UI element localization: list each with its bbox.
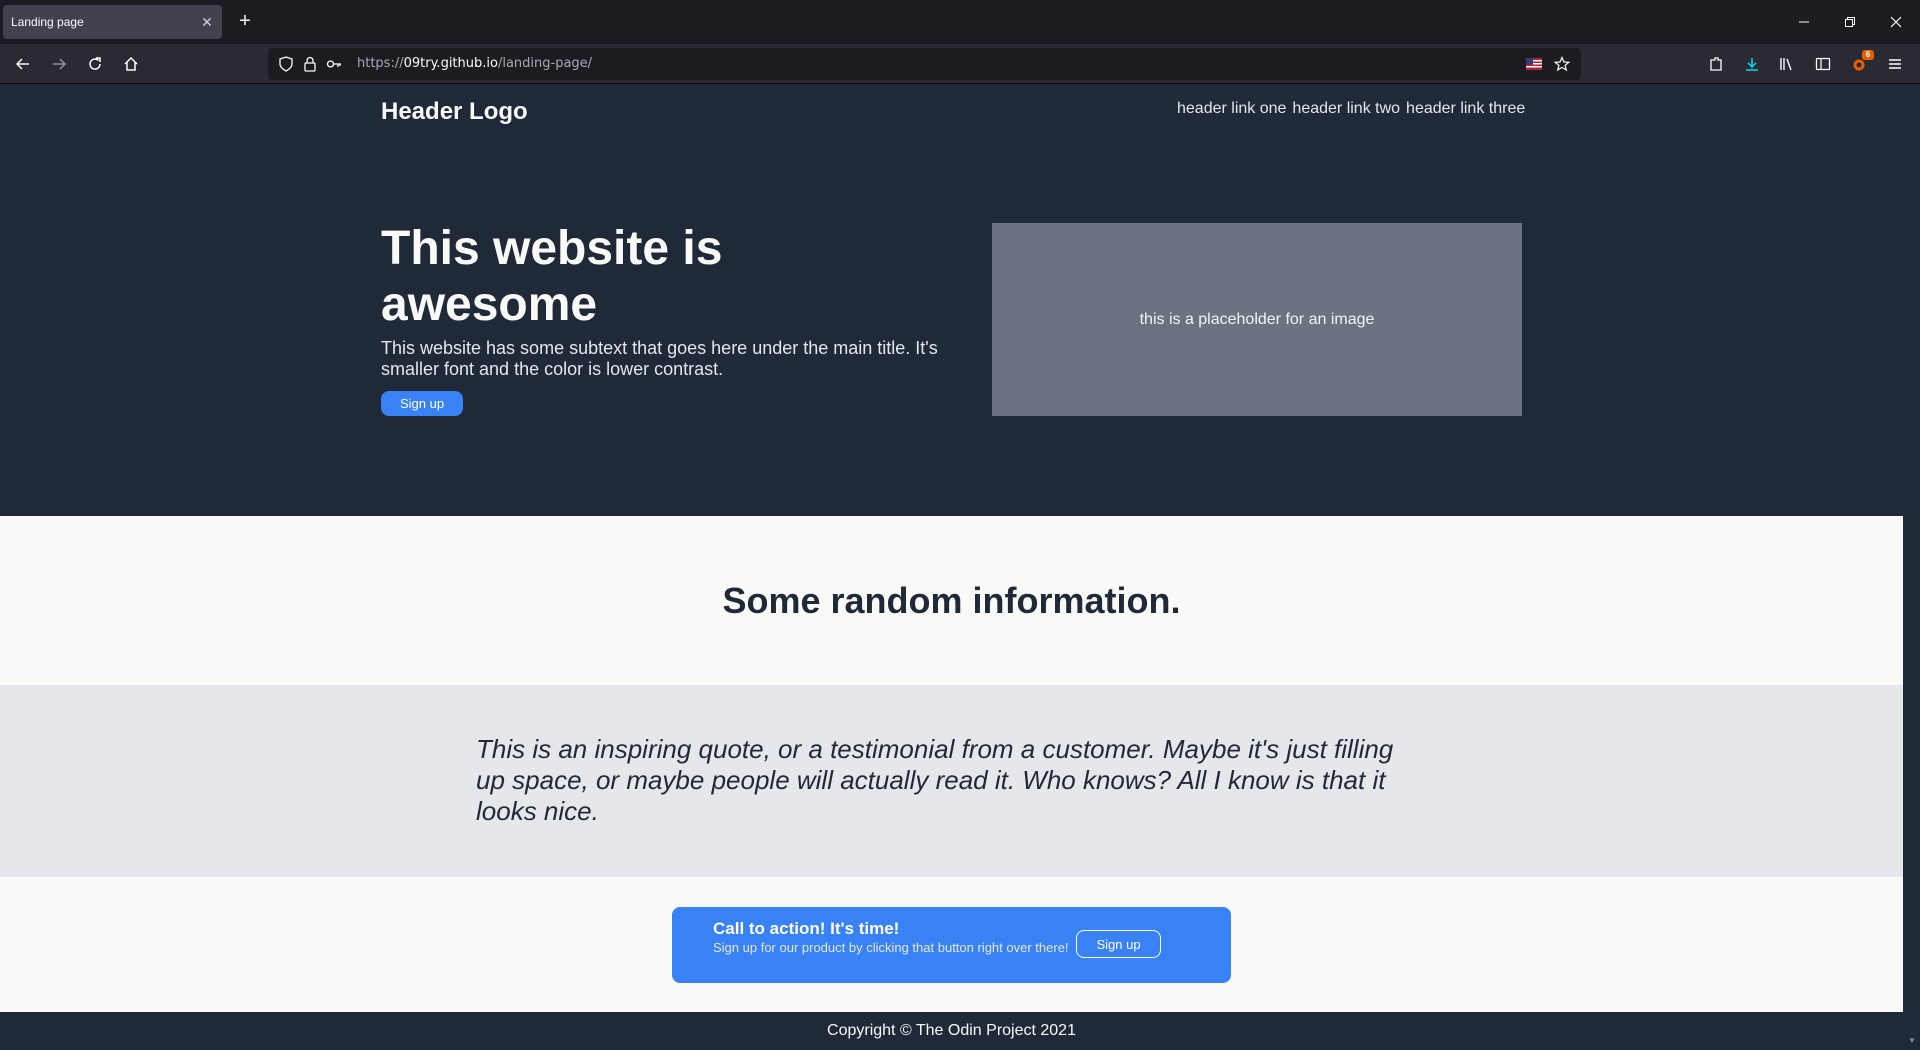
hero-section: Header Logo header link one header link … [0, 85, 1903, 516]
cta-signup-button[interactable]: Sign up [1076, 930, 1161, 958]
lock-icon[interactable] [302, 56, 318, 72]
new-tab-button[interactable]: + [234, 10, 256, 34]
minimize-icon[interactable] [1781, 0, 1827, 44]
info-section: Some random information. [0, 516, 1903, 685]
header-link-three[interactable]: header link three [1406, 100, 1525, 118]
back-arrow-icon[interactable] [11, 52, 35, 76]
close-tab-icon[interactable]: ✕ [200, 14, 214, 31]
quote-section: This is an inspiring quote, or a testimo… [0, 685, 1903, 877]
scroll-down-arrow-icon[interactable]: ▼ [1908, 1036, 1916, 1045]
cta-title: Call to action! It's time! [713, 919, 900, 938]
notification-badge: 6 [1862, 50, 1874, 60]
image-placeholder-label: this is a placeholder for an image [1139, 310, 1375, 328]
cta-box: Call to action! It's time! Sign up for o… [672, 907, 1231, 983]
cta-section: Call to action! It's time! Sign up for o… [0, 877, 1903, 1012]
footer-copyright: Copyright © The Odin Project 2021 [827, 1022, 1076, 1039]
downloads-icon[interactable] [1740, 52, 1764, 76]
header-logo[interactable]: Header Logo [381, 98, 528, 126]
header-link-two[interactable]: header link two [1292, 100, 1400, 118]
menu-hamburger-icon[interactable] [1883, 52, 1907, 76]
library-icon[interactable] [1775, 52, 1799, 76]
us-flag-icon[interactable] [1526, 56, 1542, 72]
image-placeholder: this is a placeholder for an image [992, 223, 1522, 416]
browser-tab[interactable]: Landing page ✕ [3, 5, 222, 39]
tab-title: Landing page [11, 15, 84, 29]
forward-arrow-icon[interactable] [47, 52, 71, 76]
extensions-icon[interactable] [1704, 52, 1728, 76]
bookmark-star-icon[interactable] [1554, 56, 1570, 72]
header-link-one[interactable]: header link one [1177, 100, 1286, 118]
close-window-icon[interactable] [1873, 0, 1919, 44]
hero-title: This website is awesome [381, 222, 723, 331]
hero-signup-button[interactable]: Sign up [381, 391, 463, 416]
reload-icon[interactable] [83, 52, 107, 76]
key-icon[interactable] [326, 56, 342, 72]
testimonial-quote: This is an inspiring quote, or a testimo… [476, 734, 1394, 826]
tab-bar: Landing page ✕ + [0, 0, 1920, 44]
page-viewport: Header Logo header link one header link … [0, 85, 1903, 1050]
address-bar[interactable]: https://09try.github.io/landing-page/ [268, 48, 1581, 80]
restore-icon[interactable] [1827, 0, 1873, 44]
url-text[interactable]: https://09try.github.io/landing-page/ [357, 56, 592, 71]
hero-subtext: This website has some subtext that goes … [381, 338, 938, 379]
cta-text: Sign up for our product by clicking that… [713, 940, 1069, 955]
header-nav: header link one header link two header l… [1177, 100, 1525, 118]
navigation-toolbar: https://09try.github.io/landing-page/ 6 [0, 44, 1920, 84]
home-icon[interactable] [119, 52, 143, 76]
page-scrollbar[interactable] [1903, 85, 1920, 1050]
sidebar-icon[interactable] [1811, 52, 1835, 76]
footer: Copyright © The Odin Project 2021 [0, 1012, 1903, 1050]
shield-icon[interactable] [278, 56, 294, 72]
info-title: Some random information. [722, 580, 1181, 621]
